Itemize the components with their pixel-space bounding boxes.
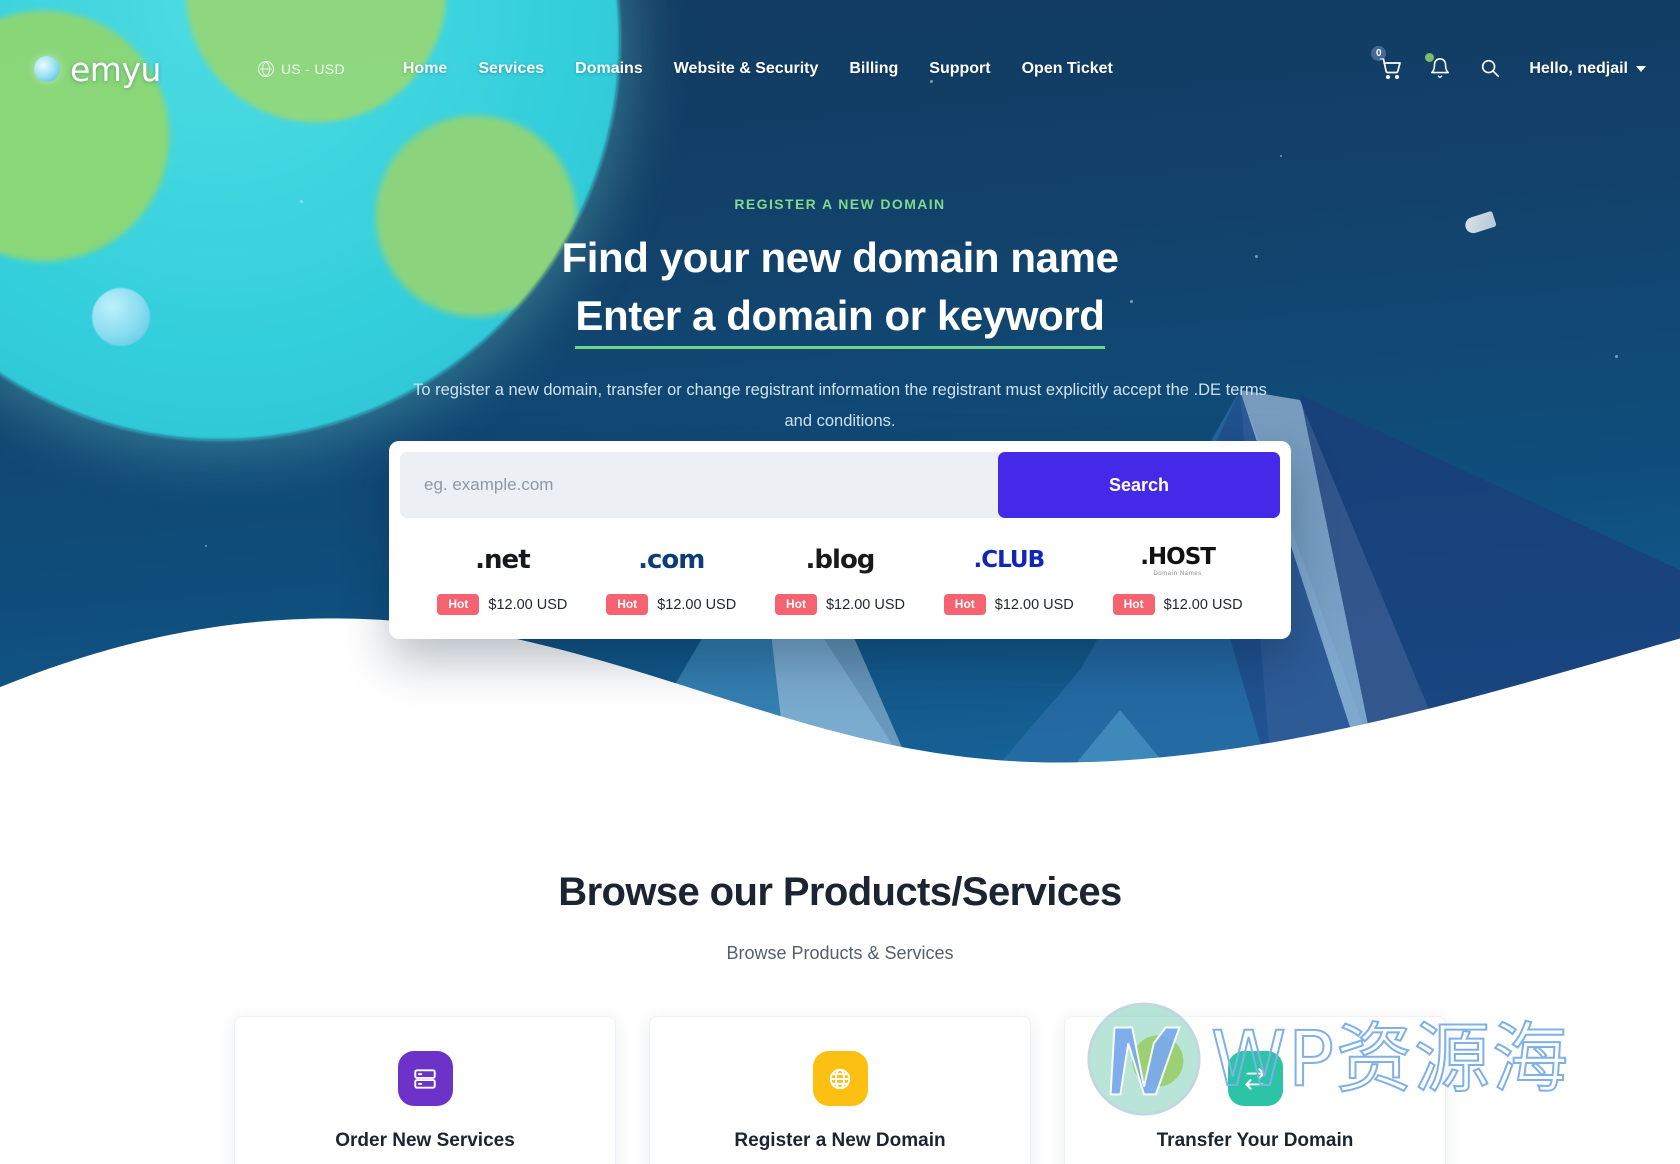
tld-item-blog[interactable]: .blog Hot $12.00 USD (756, 540, 925, 616)
tld-item-club[interactable]: .CLUB Hot $12.00 USD (924, 540, 1093, 616)
tld-price-row: Hot $12.00 USD (924, 594, 1093, 616)
tld-subtitle: Domain Names (1153, 570, 1202, 577)
card-label: Register a New Domain (734, 1130, 946, 1151)
hot-badge: Hot (606, 594, 649, 616)
card-label: Order New Services (335, 1130, 515, 1151)
tld-logo: .net (418, 540, 587, 580)
tld-name: .CLUB (973, 547, 1045, 573)
tld-price: $12.00 USD (488, 596, 568, 613)
nav-item-support[interactable]: Support (929, 60, 990, 78)
tld-name: .com (638, 545, 705, 575)
tld-logo: .HOST Domain Names (1093, 540, 1262, 580)
search-button[interactable] (1479, 57, 1503, 81)
products-title: Browse our Products/Services (558, 870, 1122, 914)
nav-item-website-and-security[interactable]: Website & Security (674, 60, 819, 78)
products-card-list: Order New Services Register a New Domain (0, 1016, 1680, 1164)
transfer-icon (1227, 1051, 1283, 1106)
tld-price: $12.00 USD (825, 596, 905, 613)
tld-price-row: Hot $12.00 USD (1093, 594, 1262, 616)
card-label: Transfer Your Domain (1156, 1130, 1354, 1151)
hot-badge: Hot (437, 594, 480, 616)
hero-title: Find your new domain name (561, 234, 1119, 281)
hot-badge: Hot (774, 594, 817, 616)
tld-item-com[interactable]: .com Hot $12.00 USD (587, 540, 756, 616)
domain-search-input[interactable] (400, 452, 1004, 518)
hero-description: To register a new domain, transfer or ch… (413, 381, 1267, 430)
nav-item-domains[interactable]: Domains (575, 60, 643, 78)
globe-logo-icon (34, 56, 60, 82)
main-navigation: Home Services Domains Website & Security… (403, 60, 1113, 78)
shopping-cart-icon (1379, 58, 1402, 80)
card-order-new-services[interactable]: Order New Services (234, 1016, 616, 1164)
header-actions: 0 Hello, nedjail (1371, 46, 1646, 81)
search-icon (1482, 59, 1500, 78)
nav-item-billing[interactable]: Billing (849, 60, 898, 78)
hot-badge: Hot (1112, 594, 1155, 616)
tld-name: .net (475, 545, 530, 575)
tld-price-row: Hot $12.00 USD (587, 594, 756, 616)
card-register-a-new-domain[interactable]: Register a New Domain (649, 1016, 1031, 1164)
domain-search-row: Search (400, 452, 1280, 518)
tld-name: .HOST (1140, 543, 1216, 570)
server-icon (397, 1051, 453, 1106)
cart-button[interactable]: 0 (1371, 46, 1403, 81)
card-transfer-your-domain[interactable]: Transfer Your Domain (1064, 1016, 1446, 1164)
user-greeting-label: Hello, nedjail (1529, 60, 1628, 77)
tld-price-row: Hot $12.00 USD (756, 594, 925, 616)
tld-price-row: Hot $12.00 USD (418, 594, 587, 616)
currency-label: US - USD (281, 61, 345, 77)
tld-name: .blog (805, 545, 876, 575)
brand-logo[interactable]: emyu (34, 50, 214, 89)
tld-price: $12.00 USD (994, 596, 1074, 613)
page-root: emyu US - USD Home Services Domains Webs… (0, 0, 1680, 1164)
hero-subtitle: Enter a domain or keyword (575, 292, 1105, 349)
globe-icon (812, 1051, 868, 1106)
nav-item-home[interactable]: Home (403, 60, 447, 78)
domain-search-card: Search .net Hot $12.00 USD .com Hot $12.… (389, 441, 1291, 640)
tld-price: $12.00 USD (1163, 596, 1243, 613)
tld-logo: .blog (756, 540, 925, 580)
nav-item-open-ticket[interactable]: Open Ticket (1022, 60, 1113, 78)
chevron-down-icon (1636, 66, 1646, 72)
site-header: emyu US - USD Home Services Domains Webs… (0, 0, 1680, 138)
nav-item-services[interactable]: Services (478, 60, 544, 78)
products-section: Browse our Products/Services Browse Prod… (0, 870, 1680, 1164)
currency-selector[interactable]: US - USD (258, 61, 345, 77)
tld-item-host[interactable]: .HOST Domain Names Hot $12.00 USD (1093, 540, 1262, 616)
tld-item-net[interactable]: .net Hot $12.00 USD (418, 540, 587, 616)
domain-search-submit-button[interactable]: Search (998, 452, 1280, 518)
tld-price-list: .net Hot $12.00 USD .com Hot $12.00 USD (400, 518, 1280, 639)
notifications-button[interactable] (1425, 53, 1453, 81)
globe-icon (258, 61, 274, 77)
tld-logo: .com (587, 540, 756, 580)
tld-price: $12.00 USD (657, 596, 737, 613)
hot-badge: Hot (943, 594, 986, 616)
tld-logo: .CLUB (924, 540, 1093, 580)
products-subtitle: Browse Products & Services (726, 943, 954, 963)
user-menu[interactable]: Hello, nedjail (1529, 60, 1646, 78)
brand-name: emyu (70, 49, 161, 89)
hero-kicker: REGISTER A NEW DOMAIN (734, 196, 946, 212)
